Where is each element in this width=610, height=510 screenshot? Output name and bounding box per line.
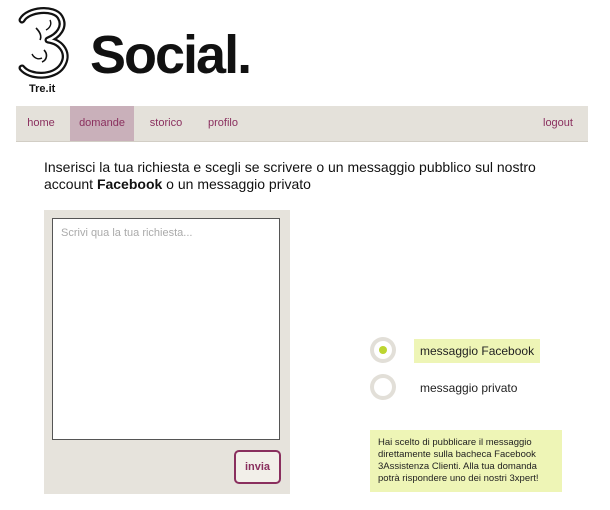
intro-text-end: o un messaggio privato — [162, 176, 311, 192]
logo-caption: Tre.it — [29, 83, 56, 95]
nav-item-home[interactable]: home — [16, 106, 66, 141]
nav-item-storico[interactable]: storico — [142, 106, 190, 141]
radio-label-facebook[interactable]: messaggio Facebook — [414, 339, 541, 363]
logout-link[interactable]: logout — [534, 106, 582, 141]
intro-text-emphasis: Facebook — [96, 176, 163, 192]
radio-circle-facebook[interactable] — [370, 337, 396, 363]
compose-panel: invia — [44, 210, 290, 494]
intro-text: Inserisci la tua richiesta e scegli se s… — [44, 159, 584, 193]
nav-item-domande[interactable]: domande — [70, 106, 134, 141]
radio-selected-dot — [379, 346, 387, 354]
radio-circle-private[interactable] — [370, 374, 396, 400]
radio-option-facebook[interactable]: messaggio Facebook — [370, 337, 541, 363]
three-logo-icon — [18, 7, 69, 79]
request-input[interactable] — [52, 218, 280, 440]
main-nav: home domande storico profilo logout — [16, 106, 588, 142]
radio-option-private[interactable]: messaggio privato — [370, 374, 540, 400]
info-message: Hai scelto di pubblicare il messaggio di… — [370, 430, 562, 492]
brand-title: Social. — [90, 25, 252, 85]
send-button[interactable]: invia — [234, 450, 281, 484]
radio-label-private[interactable]: messaggio privato — [414, 376, 523, 400]
nav-item-profilo[interactable]: profilo — [200, 106, 246, 141]
